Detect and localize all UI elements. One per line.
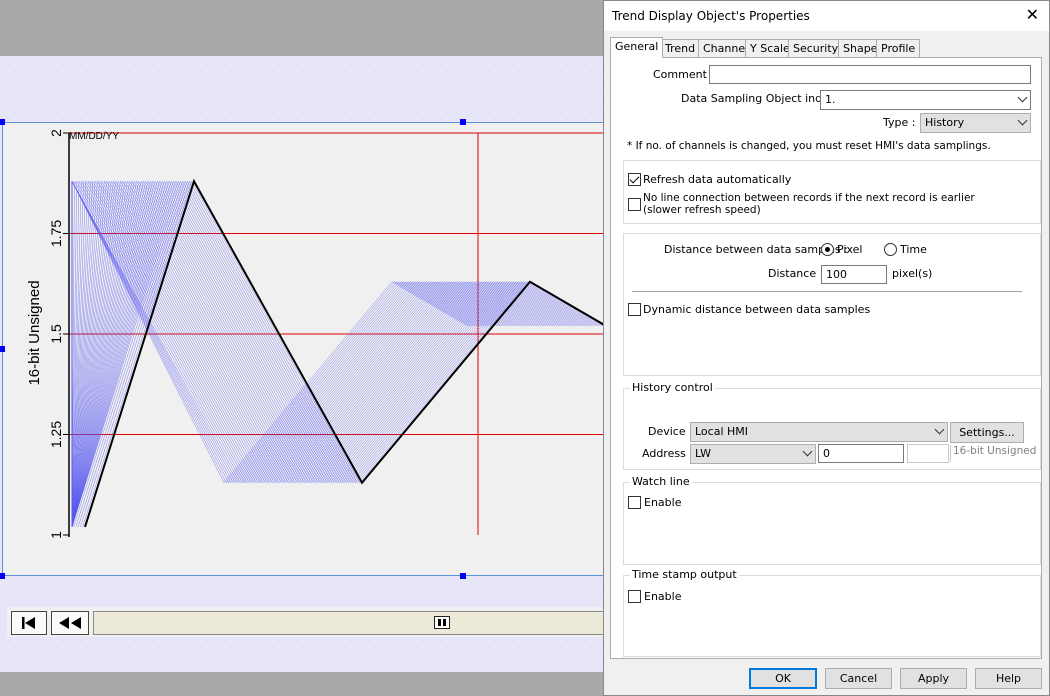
- comment-input[interactable]: [709, 65, 1031, 84]
- type-label: Type :: [883, 116, 916, 129]
- type-select[interactable]: History: [920, 113, 1031, 133]
- time-stamp-enable-label: Enable: [644, 590, 682, 603]
- trend-chart: 2 1.75 1.5 1.25 1 MM/DD/YY 16-bit Unsigned: [26, 129, 606, 539]
- chevron-down-icon: [1017, 92, 1028, 103]
- address-type-value: LW: [695, 447, 711, 460]
- address-label: Address :: [642, 447, 694, 460]
- refresh-label: Refresh data automatically: [643, 173, 792, 186]
- y-tick-label: 1.5: [48, 324, 64, 344]
- watch-line-enable-checkbox[interactable]: [628, 496, 641, 509]
- no-line-checkbox[interactable]: [628, 198, 641, 211]
- watch-line-enable-label: Enable: [644, 496, 682, 509]
- device-label: Device :: [648, 425, 693, 438]
- time-stamp-title: Time stamp output: [630, 568, 739, 581]
- selection-handle[interactable]: [0, 119, 5, 125]
- sampling-index-label: Data Sampling Object index :: [681, 92, 843, 105]
- channels-note: * If no. of channels is changed, you mus…: [627, 140, 991, 152]
- device-value: Local HMI: [695, 425, 749, 438]
- time-scrollbar[interactable]: [93, 611, 609, 635]
- time-label: Time: [900, 243, 927, 256]
- address-format-label: 16-bit Unsigned: [950, 445, 1036, 462]
- device-select[interactable]: Local HMI: [690, 422, 948, 442]
- refresh-group: Refresh data automatically No line conne…: [623, 160, 1041, 224]
- y-tick-label: 1.75: [48, 220, 64, 247]
- comment-label: Comment :: [653, 68, 715, 81]
- selection-handle[interactable]: [0, 573, 5, 579]
- go-to-start-button[interactable]: [11, 611, 47, 635]
- trend-display-object[interactable]: 2 1.75 1.5 1.25 1 MM/DD/YY 16-bit Unsigned: [2, 122, 609, 637]
- tab-profile[interactable]: Profile: [876, 39, 921, 57]
- tab-general[interactable]: General: [610, 37, 664, 58]
- address-extra-input[interactable]: [907, 444, 949, 463]
- time-stamp-enable-checkbox[interactable]: [628, 590, 641, 603]
- chevron-down-icon: [802, 446, 813, 457]
- rewind-button[interactable]: [51, 611, 89, 635]
- pixel-label: Pixel: [837, 243, 863, 256]
- address-type-select[interactable]: LW: [690, 444, 816, 464]
- dialog-title: Trend Display Object's Properties: [612, 9, 810, 23]
- no-line-label: No line connection between records if th…: [643, 192, 975, 216]
- apply-button[interactable]: Apply: [900, 668, 967, 689]
- distance-input[interactable]: 100: [821, 265, 887, 284]
- y-axis-label: 16-bit Unsigned: [26, 280, 43, 385]
- dynamic-distance-checkbox[interactable]: [628, 303, 641, 316]
- tab-security[interactable]: Security: [788, 39, 844, 57]
- dynamic-distance-label: Dynamic distance between data samples: [643, 303, 871, 316]
- trend-navigation-bar: [7, 607, 609, 637]
- history-control-group: History control Device : Local HMI Setti…: [623, 381, 1041, 470]
- help-button[interactable]: Help: [975, 668, 1042, 689]
- distance-unit: pixel(s): [892, 267, 933, 280]
- pause-icon[interactable]: [434, 616, 450, 629]
- dialog-titlebar[interactable]: Trend Display Object's Properties ✕: [604, 1, 1049, 31]
- close-icon[interactable]: ✕: [1026, 6, 1039, 24]
- tab-trend[interactable]: Trend: [660, 39, 701, 57]
- divider: [632, 291, 1022, 292]
- y-tick-label: 2: [48, 129, 64, 137]
- history-control-title: History control: [630, 381, 715, 394]
- distance-label: Distance :: [768, 267, 824, 280]
- chevron-down-icon: [934, 424, 945, 435]
- address-input[interactable]: 0: [818, 444, 904, 463]
- pixel-radio[interactable]: [821, 243, 834, 256]
- y-tick-label: 1: [48, 531, 64, 539]
- ok-button[interactable]: OK: [749, 668, 817, 689]
- sampling-index-value: 1.: [825, 93, 836, 106]
- properties-dialog: Trend Display Object's Properties ✕ Gene…: [603, 0, 1050, 696]
- y-tick-label: 1.25: [48, 421, 64, 448]
- watch-line-group: Watch line Enable: [623, 475, 1041, 565]
- editor-canvas[interactable]: 2 1.75 1.5 1.25 1 MM/DD/YY 16-bit Unsigned: [0, 56, 609, 672]
- refresh-checkbox[interactable]: [628, 173, 641, 186]
- date-format-label: MM/DD/YY: [69, 131, 119, 142]
- type-value: History: [925, 116, 965, 129]
- chevron-down-icon: [1017, 115, 1028, 126]
- selection-handle[interactable]: [0, 346, 5, 352]
- distance-group: Distance between data samples : Pixel Ti…: [623, 233, 1041, 376]
- selection-handle[interactable]: [460, 573, 466, 579]
- settings-button[interactable]: Settings...: [950, 422, 1024, 443]
- skip-to-start-icon: [22, 617, 35, 629]
- time-stamp-group: Time stamp output Enable: [623, 568, 1041, 657]
- watch-line-title: Watch line: [630, 475, 692, 488]
- selection-handle[interactable]: [460, 119, 466, 125]
- general-tab-panel: Comment : Data Sampling Object index : 1…: [610, 57, 1042, 659]
- sampling-index-select[interactable]: 1.: [820, 90, 1031, 110]
- rewind-icon: [59, 617, 81, 629]
- cancel-button[interactable]: Cancel: [825, 668, 892, 689]
- time-radio[interactable]: [884, 243, 897, 256]
